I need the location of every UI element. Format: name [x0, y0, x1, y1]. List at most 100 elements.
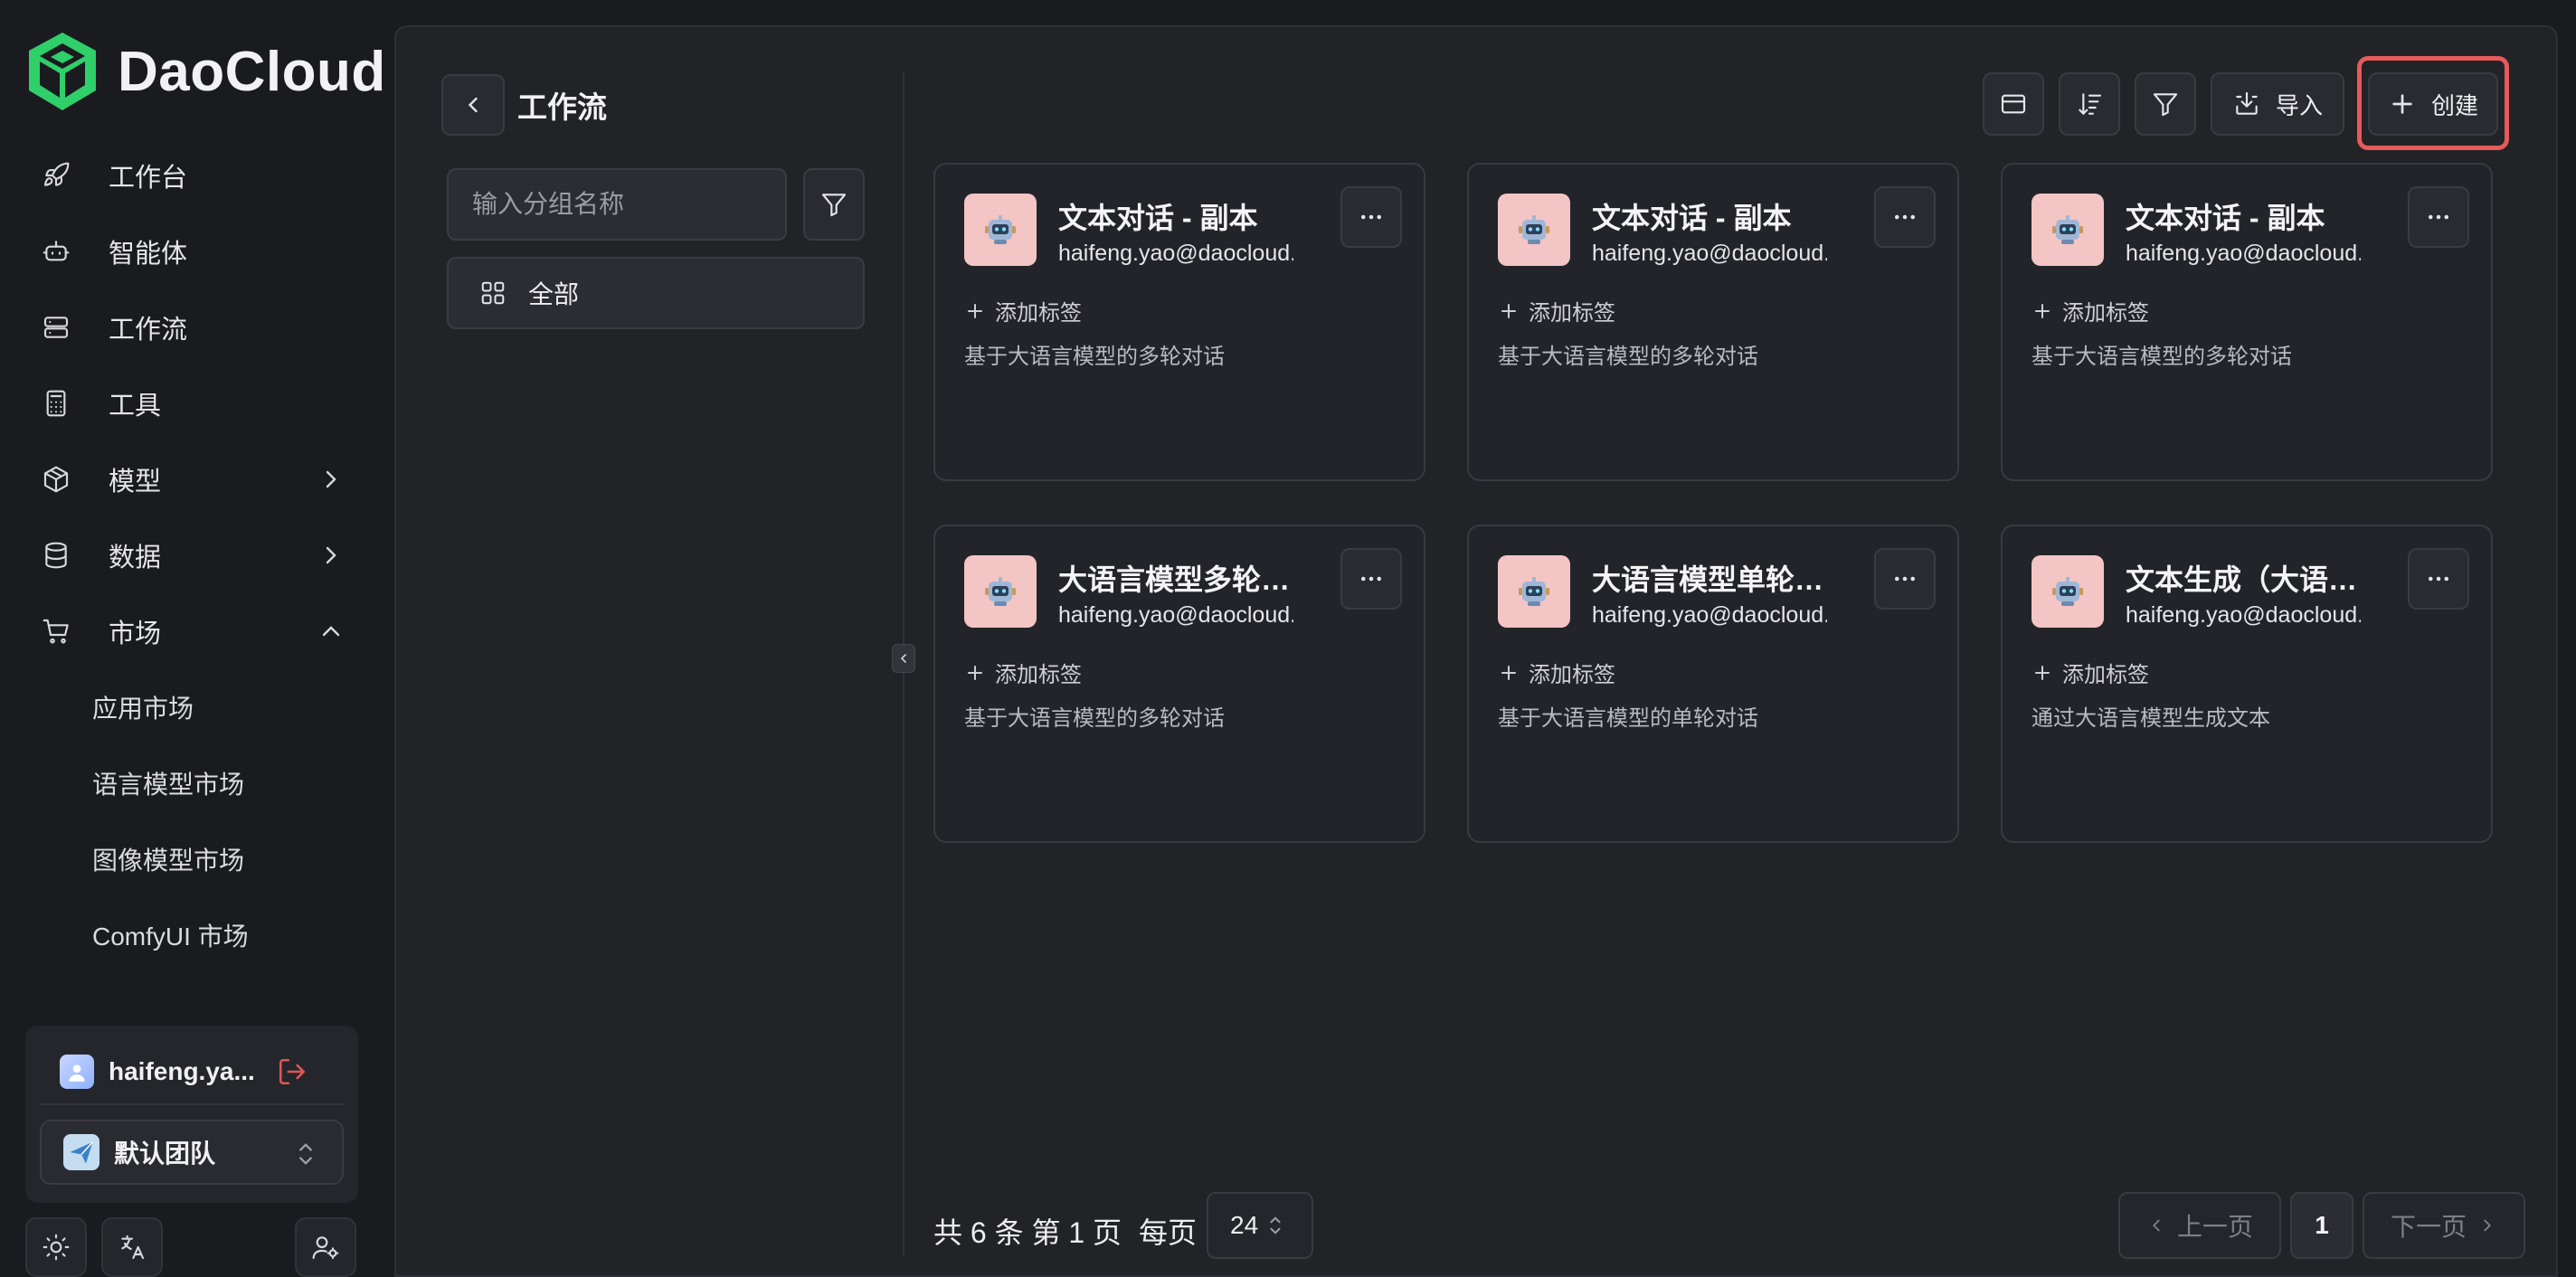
robot-avatar-icon: [2052, 215, 2083, 244]
workflow-avatar: [1498, 194, 1570, 266]
workflow-card[interactable]: 文本对话 - 副本 haifeng.yao@daocloud.io 添加标签 基于大语…: [2001, 163, 2493, 481]
theme-toggle-button[interactable]: [25, 1217, 87, 1277]
nav-label: 智能体: [109, 240, 188, 269]
plus-icon: [968, 665, 982, 680]
filter-icon: [2153, 93, 2178, 117]
collapse-sidebar-button[interactable]: [892, 644, 915, 673]
nav-sub-app-market[interactable]: 应用市场: [25, 669, 360, 745]
plus-icon: [2035, 665, 2050, 680]
nav-item-agents[interactable]: 智能体: [25, 213, 360, 289]
add-tag-label: 添加标签: [995, 663, 1082, 687]
back-button[interactable]: [441, 74, 505, 136]
main-panel: 工作流 全部 导入: [394, 25, 2558, 1277]
filter-icon: [821, 194, 847, 217]
divider: [40, 1103, 344, 1105]
chevron-right-icon: [326, 546, 336, 564]
group-filter-button[interactable]: [803, 168, 865, 241]
view-toggle-button[interactable]: [1983, 72, 2044, 136]
nav-sub-comfyui-market[interactable]: ComfyUI 市场: [25, 897, 360, 973]
nav-label: 工作台: [109, 164, 188, 193]
workflow-title: 文本对话 - 副本: [1592, 202, 1792, 234]
nav-sub-image-model-market[interactable]: 图像模型市场: [25, 821, 360, 897]
more-actions-button[interactable]: [1340, 548, 1402, 610]
workflow-title: 文本对话 - 副本: [2126, 202, 2325, 234]
paper-plane-icon: [63, 1134, 99, 1170]
chevron-left-icon: [468, 97, 478, 113]
more-actions-button[interactable]: [1874, 548, 1936, 610]
grid-icon: [481, 281, 505, 305]
workflow-description: 基于大语言模型的多轮对话: [964, 345, 1225, 369]
workflow-card[interactable]: 文本对话 - 副本 haifeng.yao@daocloud.io 添加标签 基于大语…: [1467, 163, 1959, 481]
nav-label: 工具: [109, 392, 162, 421]
sidebar: DaoCloud 工作台 智能体 工作流 工具 模型 数据 市场 应用市场 语言…: [0, 0, 394, 1277]
brand-logo[interactable]: DaoCloud: [25, 31, 386, 112]
more-icon: [2429, 576, 2448, 582]
workflow-description: 通过大语言模型生成文本: [2031, 706, 2270, 731]
add-tag-button[interactable]: 添加标签: [1498, 657, 1615, 688]
workflow-title: 文本对话 - 副本: [1058, 202, 1258, 234]
add-tag-label: 添加标签: [1529, 663, 1615, 687]
user-settings-button[interactable]: [295, 1217, 356, 1277]
more-icon: [1895, 214, 1915, 220]
nav-sub-llm-market[interactable]: 语言模型市场: [25, 745, 360, 821]
sun-icon: [43, 1234, 70, 1261]
nav-label: 市场: [109, 620, 162, 648]
main-nav: 工作台 智能体 工作流 工具 模型 数据 市场 应用市场 语言模型市场 图像模型…: [25, 137, 360, 973]
chevron-right-icon: [2484, 1219, 2492, 1232]
group-search-input[interactable]: [447, 168, 787, 241]
workflow-card[interactable]: 文本对话 - 副本 haifeng.yao@daocloud.io 添加标签 基于大语…: [933, 163, 1425, 481]
robot-avatar-icon: [1519, 577, 1549, 606]
nav-item-workbench[interactable]: 工作台: [25, 137, 360, 213]
add-tag-label: 添加标签: [2062, 301, 2149, 326]
team-name: 默认团队: [114, 1140, 216, 1168]
add-tag-button[interactable]: 添加标签: [964, 657, 1082, 688]
rocket-icon: [40, 159, 72, 192]
more-actions-button[interactable]: [1874, 186, 1936, 248]
add-tag-button[interactable]: 添加标签: [2031, 295, 2149, 326]
workflow-owner: haifeng.yao@daocloud.io: [1058, 602, 1293, 628]
workflow-card[interactable]: 大语言模型单轮对话 haifeng.yao@daocloud.io 添加标签 基于大语…: [1467, 525, 1959, 843]
add-tag-button[interactable]: 添加标签: [2031, 657, 2149, 688]
add-tag-label: 添加标签: [1529, 301, 1615, 326]
more-actions-button[interactable]: [1340, 186, 1402, 248]
user-card: haifeng.ya... 默认团队: [25, 1026, 358, 1203]
translate-icon: [121, 1234, 145, 1260]
prev-page-button[interactable]: 上一页: [2118, 1192, 2281, 1259]
database-icon: [40, 539, 72, 572]
add-tag-button[interactable]: 添加标签: [1498, 295, 1615, 326]
more-actions-button[interactable]: [2408, 548, 2469, 610]
robot-avatar-icon: [985, 215, 1016, 244]
page-size-select[interactable]: 24: [1207, 1192, 1313, 1259]
workflow-card[interactable]: 文本生成（大语言模型） haifeng.yao@daocloud.io 添加标签通过…: [2001, 525, 2493, 843]
language-button[interactable]: [101, 1217, 163, 1277]
import-button[interactable]: 导入: [2211, 72, 2344, 136]
workflow-owner: haifeng.yao@daocloud.io: [2126, 241, 2361, 266]
page-1-button[interactable]: 1: [2290, 1192, 2353, 1259]
next-page-label: 下一页: [2390, 1213, 2467, 1241]
nav-item-data[interactable]: 数据: [25, 517, 360, 593]
nav-item-workflow[interactable]: 工作流: [25, 289, 360, 365]
team-select[interactable]: 默认团队: [40, 1120, 344, 1185]
create-button[interactable]: 创建: [2368, 72, 2498, 136]
plus-icon: [2392, 94, 2412, 114]
workflow-owner: haifeng.yao@daocloud.io: [1592, 602, 1827, 628]
avatar: [60, 1055, 94, 1089]
import-label: 导入: [2275, 91, 2323, 119]
logout-icon[interactable]: [277, 1056, 308, 1087]
group-item-all[interactable]: 全部: [447, 257, 865, 329]
nav-item-models[interactable]: 模型: [25, 441, 360, 517]
workflow-card[interactable]: 大语言模型多轮对话 haifeng.yao@daocloud.io 添加标签 基于大语…: [933, 525, 1425, 843]
nav-item-tools[interactable]: 工具: [25, 365, 360, 441]
robot-icon: [40, 235, 72, 268]
workflow-avatar: [964, 194, 1037, 266]
prev-page-label: 上一页: [2176, 1213, 2253, 1241]
more-actions-button[interactable]: [2408, 186, 2469, 248]
nav-item-market[interactable]: 市场: [25, 593, 360, 669]
page-title: 工作流: [517, 90, 607, 124]
sort-button[interactable]: [2059, 72, 2120, 136]
current-page: 1: [2315, 1211, 2329, 1239]
add-tag-button[interactable]: 添加标签: [964, 295, 1082, 326]
cube-icon: [40, 463, 72, 496]
filter-button[interactable]: [2135, 72, 2196, 136]
next-page-button[interactable]: 下一页: [2363, 1192, 2525, 1259]
